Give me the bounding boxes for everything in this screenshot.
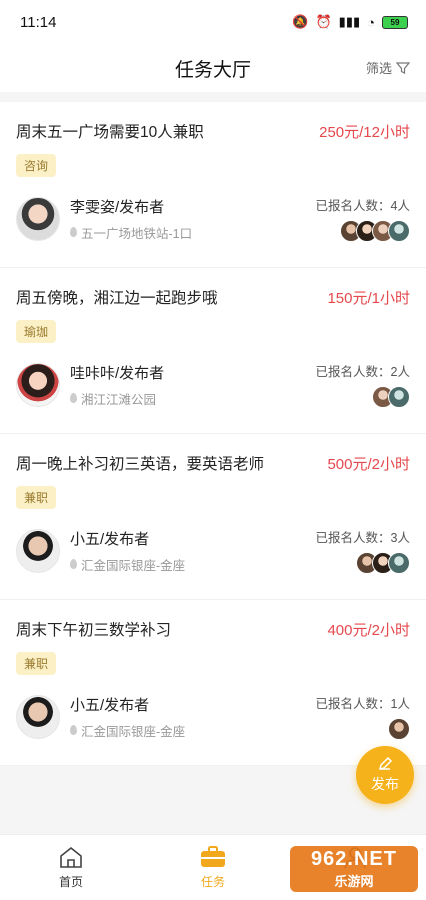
fab-label: 发布 bbox=[371, 776, 399, 792]
publisher-location: 汇金国际银座-金座 bbox=[70, 555, 185, 574]
signup-count: 已报名人数：2人 bbox=[315, 365, 410, 379]
tab-tasks[interactable]: 任务 bbox=[142, 835, 284, 900]
watermark-logo: 962.NET 乐游网 bbox=[290, 846, 418, 892]
task-price: 250元/12小时 bbox=[319, 123, 410, 141]
task-price: 400元/2小时 bbox=[327, 621, 410, 639]
signal-icon: ▮▮▮ bbox=[338, 14, 361, 29]
status-time: 11:14 bbox=[20, 13, 57, 31]
joined-avatar bbox=[388, 718, 410, 740]
status-bar: 11:14 🔕 ⏰ ▮▮▮ ◔ 59 bbox=[0, 0, 426, 44]
task-tag: 兼职 bbox=[16, 486, 57, 509]
publisher-row: 小五/发布者 汇金国际银座-金座 已报名人数：1人 bbox=[16, 693, 410, 740]
location-text: 湘江江滩公园 bbox=[81, 392, 157, 407]
filter-label: 筛选 bbox=[365, 61, 392, 76]
task-title: 周五傍晚，湘江边一起跑步哦 bbox=[16, 290, 218, 307]
publisher-name: 李雯姿/发布者 bbox=[70, 198, 165, 216]
tab-home[interactable]: 首页 bbox=[0, 835, 142, 900]
alarm-icon: ⏰ bbox=[315, 14, 332, 29]
publisher-name: 小五/发布者 bbox=[70, 530, 150, 548]
joined-avatars bbox=[316, 220, 410, 242]
task-card[interactable]: 周一晚上补习初三英语，要英语老师 500元/2小时 兼职 小五/发布者 汇金国际… bbox=[0, 434, 426, 600]
joined-avatars bbox=[316, 386, 410, 408]
wifi-icon: ◔ bbox=[367, 14, 375, 30]
location-text: 五一广场地铁站-1口 bbox=[81, 226, 193, 241]
signup-count: 已报名人数：3人 bbox=[315, 531, 410, 545]
publisher-row: 李雯姿/发布者 五一广场地铁站-1口 已报名人数：4人 bbox=[16, 195, 410, 242]
avatar[interactable] bbox=[16, 694, 60, 739]
mute-icon: 🔕 bbox=[292, 14, 309, 29]
task-tag: 兼职 bbox=[16, 652, 57, 675]
location-pin-icon bbox=[70, 393, 77, 403]
task-list: 周末五一广场需要10人兼职 250元/12小时 咨询 李雯姿/发布者 五一广场地… bbox=[0, 102, 426, 766]
task-card[interactable]: 周末五一广场需要10人兼职 250元/12小时 咨询 李雯姿/发布者 五一广场地… bbox=[0, 102, 426, 268]
page-title: 任务大厅 bbox=[174, 59, 251, 81]
task-title: 周末五一广场需要10人兼职 bbox=[16, 124, 204, 141]
tab-home-label: 首页 bbox=[58, 875, 83, 889]
watermark-line1: 962.NET bbox=[311, 848, 397, 870]
publisher-location: 湘江江滩公园 bbox=[70, 389, 164, 408]
signup-count: 已报名人数：1人 bbox=[315, 697, 410, 711]
watermark-line2: 乐游网 bbox=[334, 874, 374, 889]
location-text: 汇金国际银座-金座 bbox=[81, 724, 186, 739]
task-tag: 咨询 bbox=[16, 154, 57, 177]
location-pin-icon bbox=[70, 559, 77, 569]
publisher-row: 小五/发布者 汇金国际银座-金座 已报名人数：3人 bbox=[16, 527, 410, 574]
task-tag: 瑜珈 bbox=[16, 320, 57, 343]
funnel-icon bbox=[396, 61, 410, 74]
joined-avatar bbox=[388, 552, 410, 574]
joined-avatar bbox=[388, 220, 410, 242]
location-pin-icon bbox=[70, 227, 77, 237]
page-header: 任务大厅 筛选 bbox=[0, 44, 426, 92]
home-icon bbox=[60, 846, 82, 868]
signup-count: 已报名人数：4人 bbox=[315, 199, 410, 213]
filter-button[interactable]: 筛选 bbox=[366, 58, 410, 77]
joined-avatars bbox=[316, 552, 410, 574]
task-title: 周末下午初三数学补习 bbox=[16, 622, 172, 639]
publish-fab-button[interactable]: 发布 bbox=[356, 746, 414, 804]
task-card[interactable]: 周末下午初三数学补习 400元/2小时 兼职 小五/发布者 汇金国际银座-金座 … bbox=[0, 600, 426, 766]
avatar[interactable] bbox=[16, 362, 60, 407]
avatar[interactable] bbox=[16, 196, 60, 241]
publisher-name: 小五/发布者 bbox=[70, 696, 150, 714]
publisher-location: 汇金国际银座-金座 bbox=[70, 721, 185, 740]
joined-avatar bbox=[388, 386, 410, 408]
avatar[interactable] bbox=[16, 528, 60, 573]
status-icons: 🔕 ⏰ ▮▮▮ ◔ 59 bbox=[292, 14, 408, 30]
publisher-row: 哇咔咔/发布者 湘江江滩公园 已报名人数：2人 bbox=[16, 361, 410, 408]
task-price: 150元/1小时 bbox=[327, 289, 410, 307]
battery-icon: 59 bbox=[382, 15, 408, 29]
task-price: 500元/2小时 bbox=[327, 455, 410, 473]
task-title: 周一晚上补习初三英语，要英语老师 bbox=[16, 456, 265, 473]
location-text: 汇金国际银座-金座 bbox=[81, 558, 186, 573]
location-pin-icon bbox=[70, 725, 77, 735]
publisher-name: 哇咔咔/发布者 bbox=[70, 364, 165, 382]
briefcase-icon bbox=[201, 846, 225, 867]
task-card[interactable]: 周五傍晚，湘江边一起跑步哦 150元/1小时 瑜珈 哇咔咔/发布者 湘江江滩公园… bbox=[0, 268, 426, 434]
pencil-icon bbox=[378, 756, 393, 771]
tab-tasks-label: 任务 bbox=[200, 875, 225, 889]
joined-avatars bbox=[316, 718, 410, 740]
publisher-location: 五一广场地铁站-1口 bbox=[70, 223, 192, 242]
